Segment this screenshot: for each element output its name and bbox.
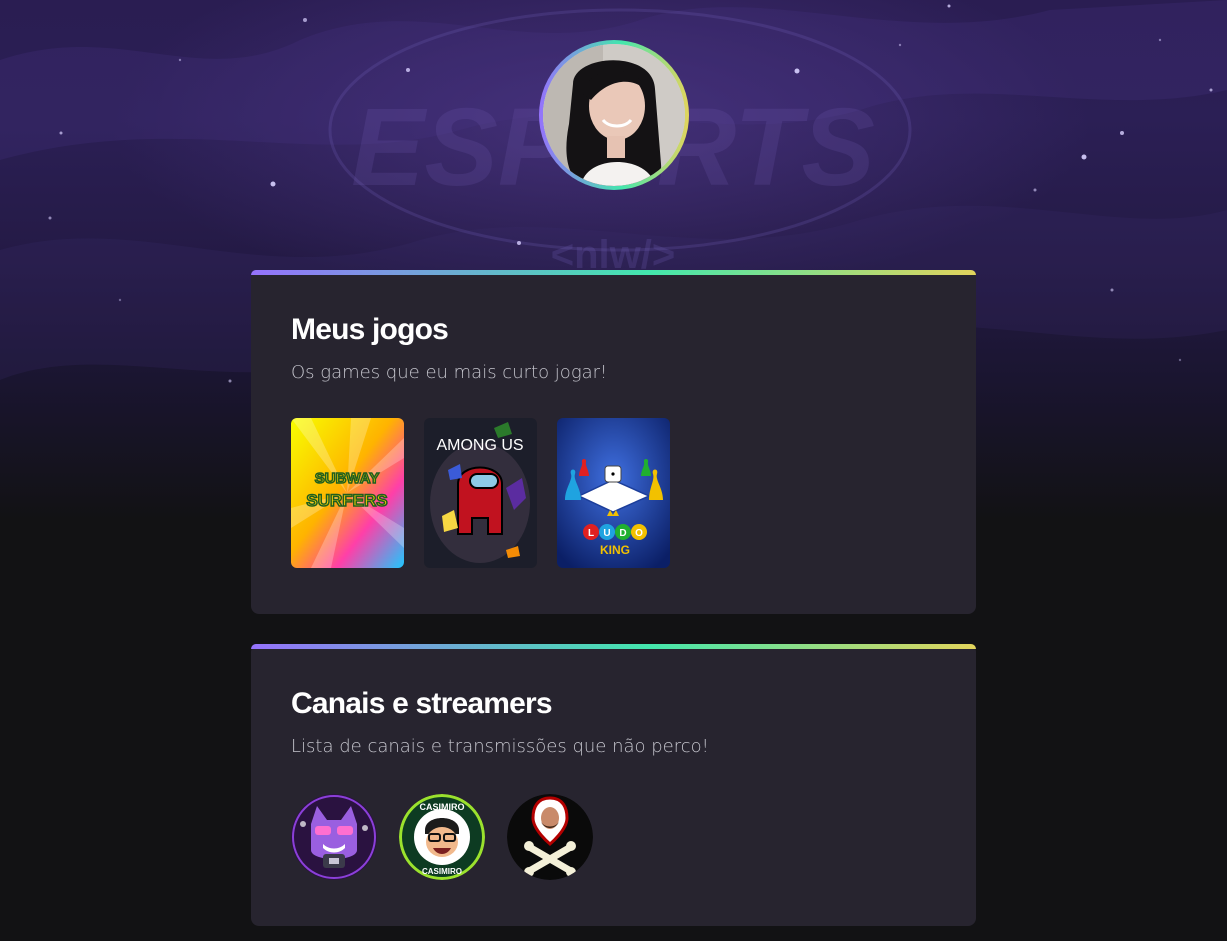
- svg-text:L: L: [588, 528, 594, 539]
- games-subtitle: Os games que eu mais curto jogar!: [291, 362, 608, 383]
- purple-cat-icon: [291, 794, 377, 880]
- profile-avatar[interactable]: [539, 40, 689, 190]
- streams-title: Canais e streamers: [291, 687, 553, 720]
- games-title: Meus jogos: [291, 313, 449, 346]
- game-ludo-king[interactable]: L U D O KING: [557, 418, 670, 568]
- games-card: Meus jogos Os games que eu mais curto jo…: [251, 270, 976, 614]
- svg-text:O: O: [635, 528, 643, 539]
- games-list: SUBWAY SURFERS AMONG US L U D O KING: [291, 418, 936, 568]
- svg-text:KING: KING: [600, 543, 630, 557]
- channel-purple-cat[interactable]: [291, 794, 377, 880]
- svg-text:AMONG US: AMONG US: [436, 437, 523, 454]
- svg-text:CASIMIRO: CASIMIRO: [422, 867, 462, 876]
- svg-text:SURFERS: SURFERS: [306, 491, 387, 510]
- svg-text:SUBWAY: SUBWAY: [315, 470, 379, 487]
- svg-text:CASIMIRO: CASIMIRO: [420, 802, 465, 812]
- channel-casimiro[interactable]: CASIMIRO CASIMIRO: [399, 794, 485, 880]
- svg-text:U: U: [603, 528, 610, 539]
- channel-skull[interactable]: [507, 794, 593, 880]
- game-among-us[interactable]: AMONG US: [424, 418, 537, 568]
- profile-photo: [543, 44, 685, 186]
- streams-subtitle: Lista de canais e transmissões que não p…: [291, 736, 709, 757]
- svg-text:D: D: [619, 528, 626, 539]
- game-subway-surfers[interactable]: SUBWAY SURFERS: [291, 418, 404, 568]
- crossbones-icon: [507, 794, 593, 880]
- channels-list: CASIMIRO CASIMIRO: [291, 794, 936, 880]
- streams-card: Canais e streamers Lista de canais e tra…: [251, 644, 976, 926]
